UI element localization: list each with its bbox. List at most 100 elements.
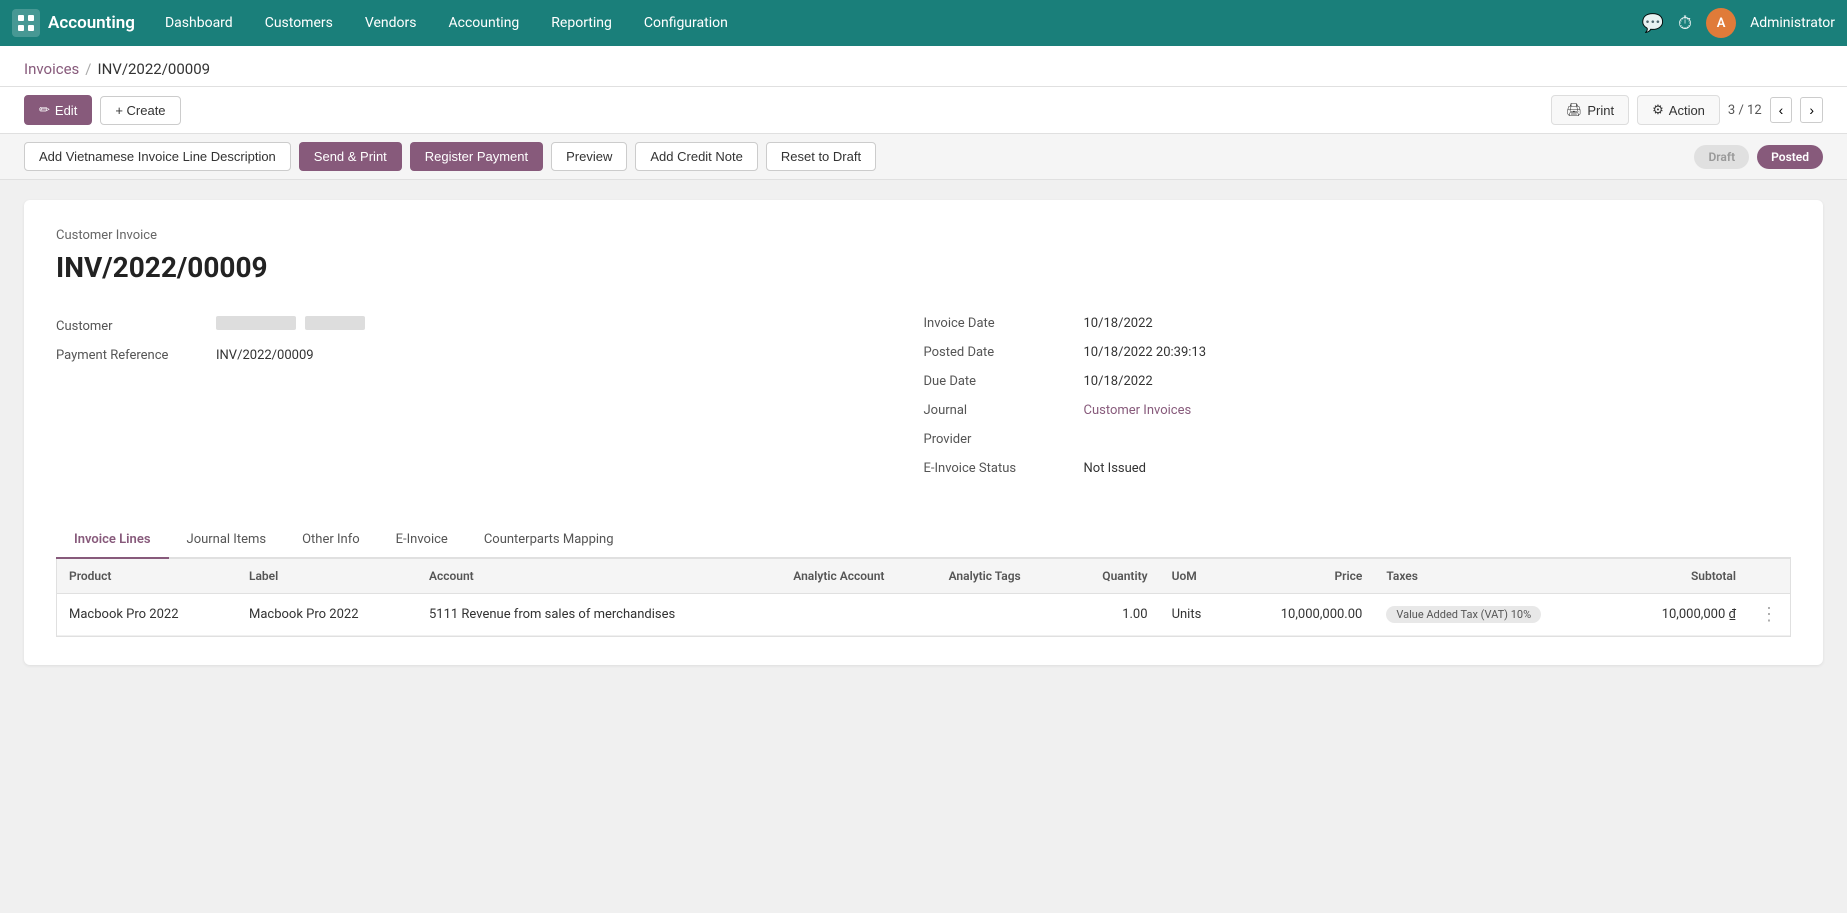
status-posted: Posted [1757,145,1823,169]
status-bar: Add Vietnamese Invoice Line Description … [0,134,1847,180]
tab-other-info[interactable]: Other Info [284,522,378,559]
due-date-value: 10/18/2022 [1084,374,1153,389]
posted-date-field-row: Posted Date 10/18/2022 20:39:13 [924,345,1792,360]
app-name: Accounting [48,13,135,33]
edit-button[interactable]: ✏ Edit [24,95,92,125]
col-product: Product [57,559,237,594]
cell-product: Macbook Pro 2022 [57,594,237,636]
invoice-number: INV/2022/00009 [56,251,1791,284]
invoice-date-field-row: Invoice Date 10/18/2022 [924,316,1792,331]
invoice-tabs: Invoice Lines Journal Items Other Info E… [56,522,1791,559]
register-payment-button[interactable]: Register Payment [410,142,543,171]
main-menu: Dashboard Customers Vendors Accounting R… [151,7,1642,39]
tab-journal-items[interactable]: Journal Items [169,522,285,559]
tab-einvoice[interactable]: E-Invoice [378,522,466,559]
journal-field-row: Journal Customer Invoices [924,403,1792,418]
pagination-prev[interactable]: ‹ [1770,97,1793,123]
main-content: Customer Invoice INV/2022/00009 Customer… [0,180,1847,685]
journal-label: Journal [924,403,1084,418]
invoice-fields: Customer Payment Reference INV/2022/0000… [56,316,1791,490]
toolbar: ✏ Edit + Create 🖨 Print ⚙ Action 3 / 12 … [0,87,1847,134]
cell-analytic-account [781,594,936,636]
tax-badge: Value Added Tax (VAT) 10% [1386,606,1541,623]
left-fields: Customer Payment Reference INV/2022/0000… [56,316,924,490]
provider-field-row: Provider [924,432,1792,447]
customer-value-blurred2 [305,316,365,330]
clock-icon[interactable]: ⏱ [1678,13,1692,34]
col-price: Price [1232,559,1374,594]
cell-quantity: 1.00 [1066,594,1159,636]
send-print-button[interactable]: Send & Print [299,142,402,171]
posted-date-label: Posted Date [924,345,1084,360]
action-button[interactable]: ⚙ Action [1637,95,1720,125]
payment-ref-label: Payment Reference [56,348,216,363]
breadcrumb-bar: Invoices / INV/2022/00009 [0,46,1847,87]
due-date-label: Due Date [924,374,1084,389]
nav-right: 💬 ⏱ A Administrator [1642,8,1835,38]
print-button[interactable]: 🖨 Print [1551,95,1629,125]
breadcrumb-separator: / [85,60,91,78]
col-taxes: Taxes [1374,559,1615,594]
top-navigation: Accounting Dashboard Customers Vendors A… [0,0,1847,46]
table-header-row: Product Label Account Analytic Account A… [57,559,1790,594]
pagination: 3 / 12 ‹ › [1728,97,1823,123]
row-menu-icon[interactable]: ⋮ [1748,594,1790,636]
gear-icon: ⚙ [1652,102,1664,118]
journal-value[interactable]: Customer Invoices [1084,403,1192,418]
create-button[interactable]: + Create [100,96,180,125]
due-date-field-row: Due Date 10/18/2022 [924,374,1792,389]
invoice-lines-table: Product Label Account Analytic Account A… [57,559,1790,636]
menu-reporting[interactable]: Reporting [537,7,626,39]
col-label: Label [237,559,417,594]
avatar[interactable]: A [1706,8,1736,38]
col-quantity: Quantity [1066,559,1159,594]
menu-configuration[interactable]: Configuration [630,7,742,39]
tab-counterparts-mapping[interactable]: Counterparts Mapping [466,522,632,559]
reset-to-draft-button[interactable]: Reset to Draft [766,142,876,171]
invoice-card: Customer Invoice INV/2022/00009 Customer… [24,200,1823,665]
add-vn-desc-button[interactable]: Add Vietnamese Invoice Line Description [24,142,291,171]
app-logo[interactable]: Accounting [12,9,135,37]
customer-label: Customer [56,319,216,334]
customer-field-row: Customer [56,316,884,334]
customer-value-blurred [216,316,296,330]
breadcrumb-current: INV/2022/00009 [97,60,210,78]
add-credit-note-button[interactable]: Add Credit Note [635,142,758,171]
invoice-date-value: 10/18/2022 [1084,316,1153,331]
print-icon: 🖨 [1566,102,1583,118]
invoice-lines-table-wrapper: Product Label Account Analytic Account A… [56,559,1791,637]
cell-price: 10,000,000.00 [1232,594,1374,636]
breadcrumb-parent[interactable]: Invoices [24,60,79,78]
apps-icon[interactable] [12,9,40,37]
status-draft: Draft [1694,145,1749,169]
invoice-date-label: Invoice Date [924,316,1084,331]
right-fields: Invoice Date 10/18/2022 Posted Date 10/1… [924,316,1792,490]
menu-accounting[interactable]: Accounting [434,7,533,39]
col-account: Account [417,559,781,594]
payment-ref-value: INV/2022/00009 [216,348,314,363]
einvoice-status-field-row: E-Invoice Status Not Issued [924,461,1792,476]
col-subtotal: Subtotal [1615,559,1748,594]
posted-date-value: 10/18/2022 20:39:13 [1084,345,1207,360]
pagination-next[interactable]: › [1800,97,1823,123]
menu-vendors[interactable]: Vendors [351,7,431,39]
table-row[interactable]: Macbook Pro 2022 Macbook Pro 2022 5111 R… [57,594,1790,636]
pagination-text: 3 / 12 [1728,103,1762,118]
username[interactable]: Administrator [1750,15,1835,31]
menu-customers[interactable]: Customers [251,7,347,39]
col-uom: UoM [1160,559,1232,594]
cell-taxes: Value Added Tax (VAT) 10% [1374,594,1615,636]
einvoice-status-value: Not Issued [1084,461,1147,476]
col-analytic-tags: Analytic Tags [937,559,1067,594]
cell-subtotal: 10,000,000 ₫ [1615,594,1748,636]
tab-invoice-lines[interactable]: Invoice Lines [56,522,169,559]
cell-label: Macbook Pro 2022 [237,594,417,636]
preview-button[interactable]: Preview [551,142,627,171]
chat-icon[interactable]: 💬 [1642,13,1664,34]
provider-label: Provider [924,432,1084,447]
cell-uom: Units [1160,594,1232,636]
cell-account: 5111 Revenue from sales of merchandises [417,594,781,636]
col-menu [1748,559,1790,594]
menu-dashboard[interactable]: Dashboard [151,7,247,39]
invoice-type-label: Customer Invoice [56,228,1791,243]
